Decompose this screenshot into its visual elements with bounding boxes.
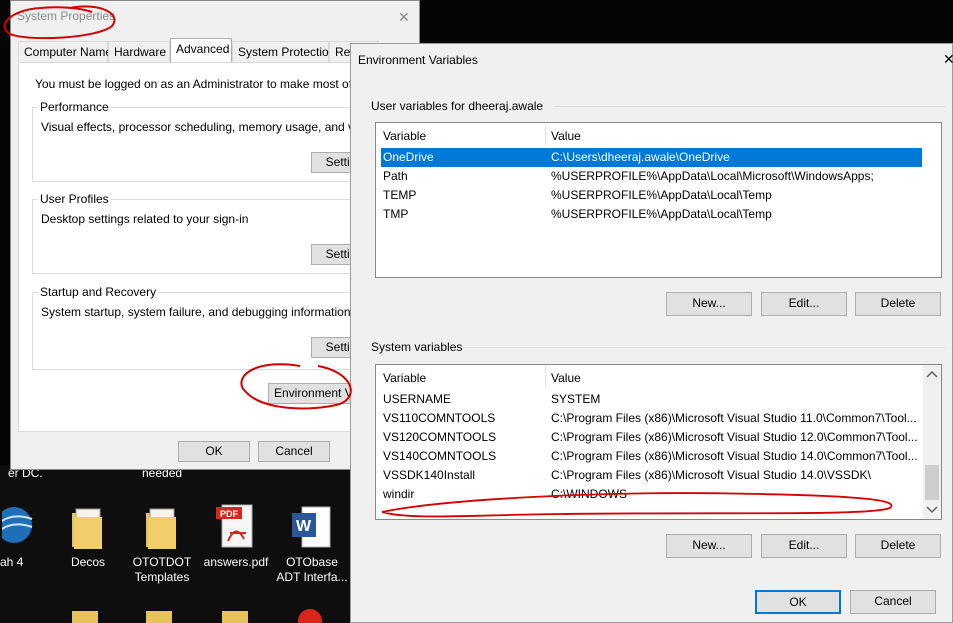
annotation-underline-windir [381, 492, 893, 518]
annotation-circle-title [3, 5, 116, 40]
annotation-circle-env-button [240, 363, 352, 410]
annotation-overlay [3, 5, 893, 518]
